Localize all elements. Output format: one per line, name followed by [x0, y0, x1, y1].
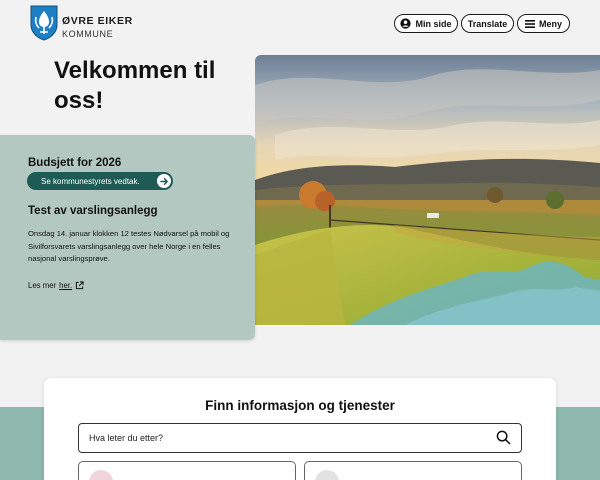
read-more-link[interactable]: her.	[59, 281, 72, 290]
search-panel: Finn informasjon og tjenester	[44, 378, 556, 480]
read-more: Les mer her.	[28, 281, 84, 290]
budget-decision-label: Se kommunestyrets vedtak.	[41, 176, 140, 186]
translate-button[interactable]: Translate	[461, 14, 514, 33]
service-tile-2[interactable]	[304, 461, 522, 480]
budget-title: Budsjett for 2026	[28, 157, 122, 169]
search-icon[interactable]	[496, 430, 511, 445]
search-box[interactable]	[78, 423, 522, 453]
translate-label: Translate	[467, 18, 508, 29]
menu-icon	[524, 19, 535, 28]
municipality-logo-icon[interactable]	[30, 5, 58, 41]
menu-button[interactable]: Meny	[517, 14, 570, 33]
service-tile-2-icon	[315, 470, 339, 480]
notice-card: Budsjett for 2026 Se kommunestyrets vedt…	[0, 135, 255, 340]
min-side-label: Min side	[415, 18, 452, 29]
read-more-prefix: Les mer	[28, 281, 57, 290]
brand-line-1: ØVRE EIKER	[62, 15, 133, 27]
alarm-test-title: Test av varslingsanlegg	[28, 205, 158, 217]
brand-line-2: KOMMUNE	[62, 29, 114, 39]
menu-label: Meny	[538, 18, 562, 29]
budget-decision-button[interactable]: Se kommunestyrets vedtak.	[27, 172, 173, 190]
search-input[interactable]	[89, 424, 489, 451]
user-icon	[400, 18, 412, 29]
min-side-button[interactable]: Min side	[394, 14, 458, 33]
service-tile-1-icon	[89, 470, 113, 480]
alarm-test-body: Onsdag 14. januar klokken 12 testes Nødv…	[28, 229, 230, 263]
service-tile-1[interactable]	[78, 461, 296, 480]
arrow-right-icon	[157, 174, 171, 188]
search-heading: Finn informasjon og tjenester	[205, 398, 395, 413]
site-header: ØVRE EIKER KOMMUNE Min side Translate Me…	[0, 0, 600, 48]
external-link-icon	[76, 281, 84, 290]
brand-name[interactable]: ØVRE EIKER KOMMUNE	[62, 12, 133, 39]
hero-image	[255, 55, 600, 325]
page-title: Velkommen til oss!	[54, 57, 216, 114]
